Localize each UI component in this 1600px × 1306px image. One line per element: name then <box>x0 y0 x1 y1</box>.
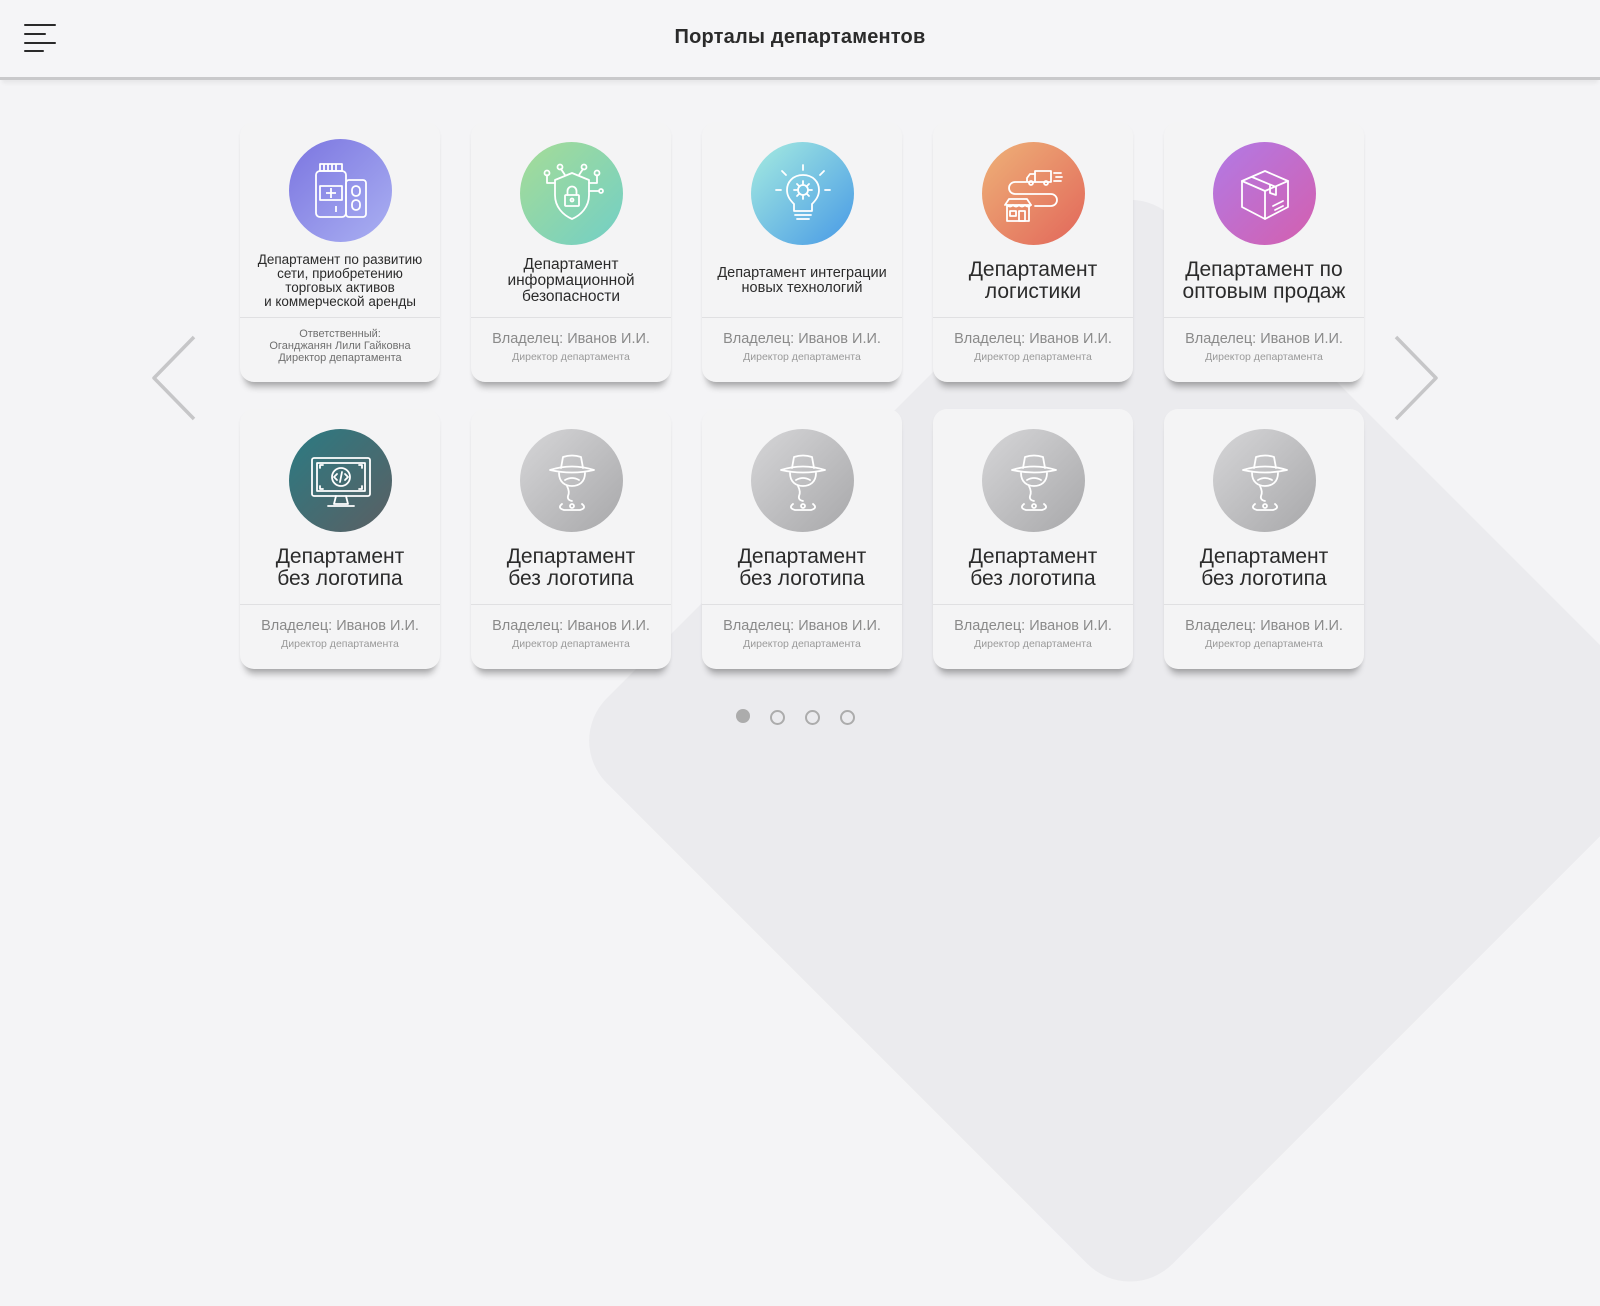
owner-name: Владелец: Иванов И.И. <box>723 618 881 634</box>
card-divider <box>471 604 671 605</box>
page-dot-2[interactable] <box>770 710 785 725</box>
owner-role: Директор департамента <box>743 351 861 363</box>
monitor-code-icon <box>289 429 392 532</box>
owner-role: Директор департамента <box>512 638 630 650</box>
owner-role: Директор департамента <box>512 351 630 363</box>
card-divider <box>933 604 1133 605</box>
card-divider <box>933 317 1133 318</box>
department-name: Департамент без логотипа <box>506 544 636 590</box>
owner-name: Владелец: Иванов И.И. <box>492 618 650 634</box>
owner-name: Владелец: Иванов И.И. <box>261 618 419 634</box>
shield-lock-icon <box>520 142 623 245</box>
responsible-label: Ответственный: <box>299 328 381 340</box>
department-card[interactable]: Департамент без логотипа Владелец: Ивано… <box>702 409 902 669</box>
department-card[interactable]: Департамент без логотипа Владелец: Ивано… <box>471 409 671 669</box>
department-card[interactable]: Департамент без логотипа Владелец: Ивано… <box>933 409 1133 669</box>
department-name: Департамент без логотипа <box>737 544 867 590</box>
owner-role: Директор департамента <box>1205 638 1323 650</box>
owner-role: Директор департамента <box>1205 351 1323 363</box>
department-card[interactable]: Департамент интеграции новых технологий … <box>702 122 902 382</box>
department-card[interactable]: Департамент логистики Владелец: Иванов И… <box>933 122 1133 382</box>
owner-name: Владелец: Иванов И.И. <box>492 331 650 347</box>
page-dot-1[interactable] <box>736 708 750 723</box>
lightbulb-gear-icon <box>751 142 854 245</box>
incognito-icon <box>751 429 854 532</box>
pagination <box>736 708 855 725</box>
owner-role: Директор департамента <box>974 351 1092 363</box>
card-divider <box>240 604 440 605</box>
card-divider <box>1164 604 1364 605</box>
card-divider <box>471 317 671 318</box>
owner-role: Директор департамента <box>974 638 1092 650</box>
department-card[interactable]: Департамент по оптовым продаж Владелец: … <box>1164 122 1364 382</box>
page-title: Порталы департаментов <box>674 26 926 48</box>
card-divider <box>702 317 902 318</box>
truck-route-icon <box>982 142 1085 245</box>
owner-role: Директор департамента <box>281 638 399 650</box>
owner-name: Владелец: Иванов И.И. <box>1185 331 1343 347</box>
owner-name: Владелец: Иванов И.И. <box>954 618 1112 634</box>
department-name: Департамент по развитию сети, приобретен… <box>257 251 423 310</box>
incognito-icon <box>1213 429 1316 532</box>
department-card[interactable]: Департамент без логотипа Владелец: Ивано… <box>1164 409 1364 669</box>
owner-role: Директор департамента <box>743 638 861 650</box>
department-name: Департамент интеграции новых технологий <box>717 264 887 296</box>
medicine-icon <box>289 139 392 242</box>
department-card[interactable]: Департамент информационной безопасности … <box>471 122 671 382</box>
responsible-person: Ответственный: Оганджанян Лили Гайковна … <box>244 328 436 364</box>
owner-role: Директор департамента <box>278 352 402 364</box>
departments-grid: Департамент по развитию сети, приобретен… <box>0 0 1600 754</box>
incognito-icon <box>982 429 1085 532</box>
owner-name: Владелец: Иванов И.И. <box>954 331 1112 347</box>
box-icon <box>1213 142 1316 245</box>
owner-name: Владелец: Иванов И.И. <box>723 331 881 347</box>
department-card[interactable]: Департамент без логотипа Владелец: Ивано… <box>240 409 440 669</box>
department-card[interactable]: Департамент по развитию сети, приобретен… <box>240 122 440 382</box>
department-name: Департамент без логотипа <box>968 544 1098 590</box>
responsible-name: Оганджанян Лили Гайковна <box>269 340 411 352</box>
department-name: Департамент без логотипа <box>275 544 405 590</box>
department-name: Департамент информационной безопасности <box>507 255 635 306</box>
card-divider <box>702 604 902 605</box>
page-dot-3[interactable] <box>805 710 820 725</box>
incognito-icon <box>520 429 623 532</box>
header: Порталы департаментов <box>0 0 1600 80</box>
department-name: Департамент логистики <box>968 257 1098 303</box>
card-divider <box>240 317 440 318</box>
department-name: Департамент без логотипа <box>1199 544 1329 590</box>
owner-name: Владелец: Иванов И.И. <box>1185 618 1343 634</box>
page-dot-4[interactable] <box>840 710 855 725</box>
department-name: Департамент по оптовым продаж <box>1182 257 1346 303</box>
card-divider <box>1164 317 1364 318</box>
